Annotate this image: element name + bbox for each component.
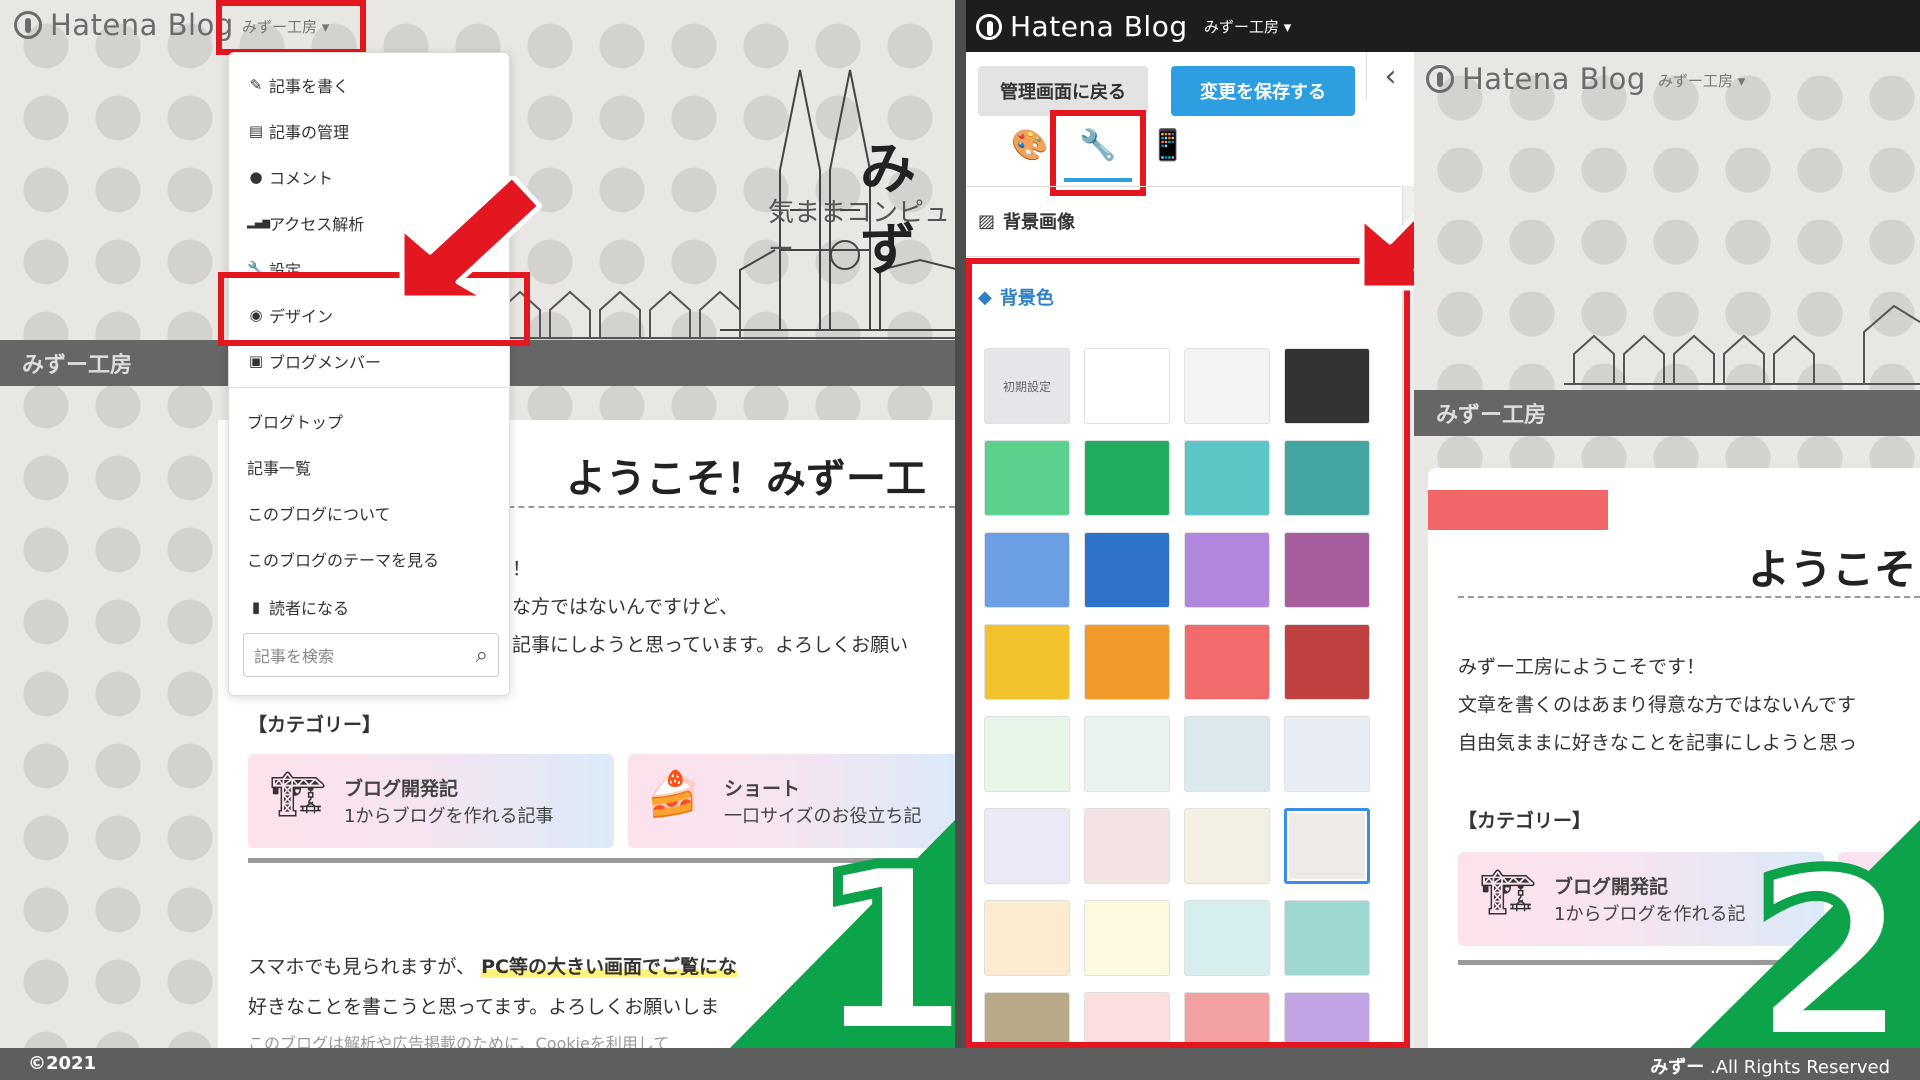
highlight-background-color — [966, 258, 1410, 1048]
preview-panel: Hatena Blog みずー工房 ▾ みずー工房 ようこそ みずー工房にようこ… — [1414, 52, 1920, 1048]
category-card-blog-dev[interactable]: 🏗 ブログ開発記 1からブログを作れる記事 — [248, 754, 614, 848]
menu-item-manage[interactable]: ▤ 記事の管理 — [247, 119, 349, 143]
bottom-text-line: スマホでも見られますが、 PC等の大きい画面でご覧にな — [248, 956, 737, 978]
search-input[interactable]: 記事を検索 ⌕ — [243, 633, 499, 677]
category-subtitle: 1からブログを作れる記事 — [344, 806, 554, 827]
copyright-year: ©2021 — [28, 1053, 97, 1074]
search-icon: ⌕ — [475, 643, 488, 668]
panel-separator — [955, 0, 966, 1048]
category-title: ブログ開発記 — [1554, 876, 1669, 898]
intro-line: な方ではないんですけど、 — [512, 596, 739, 618]
heading-divider — [1458, 596, 1920, 598]
category-title: ショート — [724, 778, 801, 800]
hatena-blog-logo[interactable]: Hatena Blog — [1426, 62, 1646, 96]
crane-icon: 🏗 — [270, 769, 326, 820]
edit-icon: ✎ — [249, 76, 263, 94]
copyright-notice: みずー .All Rights Reserved — [1650, 1057, 1890, 1078]
palette-icon: 🎨 — [1011, 128, 1049, 163]
step-number-1: 1 — [807, 819, 955, 1049]
blog-dropdown-menu: ✎ 記事を書く ▤ 記事の管理 ● コメント ▂▄▆ アクセス解析 🔧 設定 ◉ デザイン … — [228, 52, 510, 696]
intro-line: みずー工房にようこそです！ — [1458, 656, 1706, 678]
menu-link-article-list[interactable]: 記事一覧 — [247, 455, 311, 479]
houses-illustration — [1564, 304, 1920, 385]
intro-line: ！ — [512, 558, 532, 580]
section-background-image[interactable]: ▨ 背景画像 — [978, 208, 1075, 234]
menu-item-analytics[interactable]: ▂▄▆ アクセス解析 — [247, 211, 364, 235]
menu-item-members[interactable]: ▣ ブログメンバー — [247, 349, 381, 373]
document-icon: ▤ — [248, 122, 264, 140]
comment-icon: ● — [249, 168, 263, 186]
design-editor-panel: Hatena Blog みずー工房 ▾ 管理画面に戻る 変更を保存する ‹ 🎨 … — [966, 0, 1414, 1048]
tab-mobile[interactable]: 📱 — [1144, 128, 1192, 163]
hatena-logo-icon — [14, 11, 42, 39]
highlight-customize-tab — [1050, 110, 1146, 196]
menu-link-about[interactable]: このブログについて — [247, 501, 391, 525]
hatena-blog-logo[interactable]: Hatena Blog — [976, 10, 1188, 43]
ribbon-decoration — [1428, 490, 1608, 530]
blog-name-strip: みずー工房 — [1414, 390, 1920, 436]
welcome-heading: ようこそ！みずー工 — [566, 456, 926, 502]
user-menu-toggle[interactable]: みずー工房 ▾ — [1658, 70, 1745, 91]
blog-subtitle-partial: 気ままコンピュー — [768, 198, 951, 265]
step-number-2: 2 — [1745, 825, 1915, 1049]
image-icon: ▨ — [978, 210, 996, 232]
page-footer: ©2021 みずー .All Rights Reserved — [0, 1048, 1920, 1080]
chevron-left-icon: ‹ — [1384, 58, 1397, 94]
cookie-notice: このブログは解析や広告掲載のために、Cookieを利用して — [248, 1034, 670, 1048]
section-divider — [966, 256, 1402, 257]
highlighted-text: PC等の大きい画面でご覧にな — [481, 956, 737, 978]
collapse-panel-button[interactable]: ‹ — [1366, 52, 1414, 100]
bottom-text-line: 好きなことを書こうと思ってます。よろしくお願いしま — [248, 996, 720, 1018]
members-icon: ▣ — [248, 352, 264, 370]
mobile-icon: 📱 — [1149, 128, 1187, 163]
intro-line: 自由気ままに好きなことを記事にしようと思っ — [1458, 732, 1858, 754]
editor-topbar: Hatena Blog みずー工房 ▾ — [966, 0, 1414, 52]
red-arrow-pointer — [399, 176, 542, 301]
menu-link-theme[interactable]: このブログのテーマを見る — [247, 547, 439, 571]
back-to-admin-button[interactable]: 管理画面に戻る — [978, 66, 1148, 116]
tab-divider — [966, 186, 1402, 187]
hatena-logo-icon — [976, 13, 1002, 40]
intro-line: 文章を書くのはあまり得意な方ではないんです — [1458, 694, 1857, 716]
menu-item-comment[interactable]: ● コメント — [247, 165, 333, 189]
category-heading: 【カテゴリー】 — [1458, 810, 1592, 832]
intro-line: 記事にしようと思っています。よろしくお願い — [512, 634, 909, 656]
welcome-heading: ようこそ — [1748, 545, 1917, 594]
editor-topbar-extension — [1414, 0, 1920, 52]
hatena-blog-logo[interactable]: Hatena Blog — [14, 8, 234, 42]
left-screenshot-panel: Hatena Blog みずー工房 ▾ みず 気ままコンピュー みずー工房 よう… — [0, 0, 955, 1048]
highlight-user-menu — [216, 0, 366, 55]
tab-palette[interactable]: 🎨 — [1006, 128, 1054, 163]
save-changes-button[interactable]: 変更を保存する — [1171, 66, 1355, 116]
menu-separator — [229, 387, 509, 388]
category-heading: 【カテゴリー】 — [248, 714, 382, 736]
menu-item-subscribe[interactable]: ▮ 読者になる — [247, 595, 349, 619]
user-menu-toggle[interactable]: みずー工房 ▾ — [1204, 16, 1291, 37]
hatena-logo-icon — [1426, 65, 1454, 93]
bar-chart-icon: ▂▄▆ — [247, 217, 271, 229]
bookmark-icon: ▮ — [251, 598, 261, 616]
category-title: ブログ開発記 — [344, 778, 459, 800]
menu-link-blog-top[interactable]: ブログトップ — [247, 409, 343, 433]
cake-icon: 🍰 — [646, 769, 701, 820]
menu-item-write[interactable]: ✎ 記事を書く — [247, 73, 349, 97]
crane-icon: 🏗 — [1480, 867, 1536, 918]
